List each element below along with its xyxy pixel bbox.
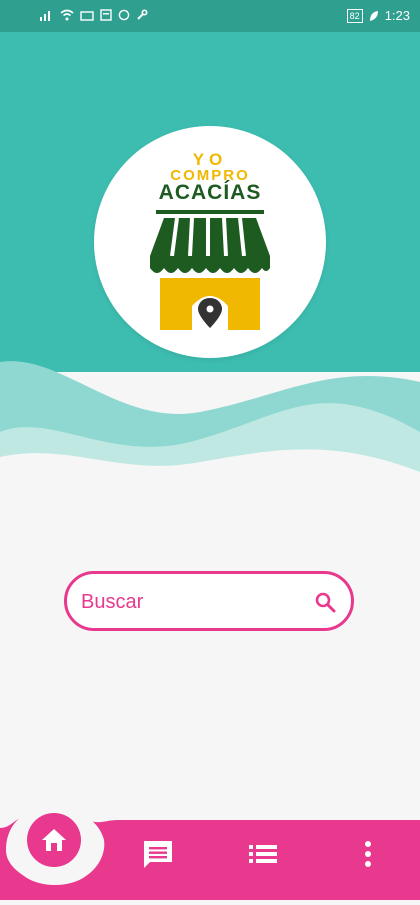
nav-home-button[interactable]	[27, 813, 81, 867]
chat-icon	[144, 841, 172, 868]
search-box[interactable]	[64, 571, 354, 631]
home-icon	[42, 829, 66, 851]
leaf-icon	[369, 11, 378, 21]
nav-chat-button[interactable]	[138, 834, 178, 874]
status-time: 1:23	[384, 8, 410, 23]
more-vert-icon	[365, 841, 371, 867]
status-icons-left	[40, 9, 148, 21]
wrench-icon	[137, 9, 148, 20]
list-icon	[249, 845, 277, 863]
signal-icon	[40, 11, 50, 21]
search-input[interactable]	[81, 589, 311, 615]
logo-text-acacias: ACACÍAS	[158, 181, 262, 204]
nav-list-button[interactable]	[243, 834, 283, 874]
store-icon	[150, 210, 270, 330]
sim-icon	[80, 11, 94, 21]
app-logo: YO COMPRO ACACÍAS	[94, 126, 326, 358]
search-icon[interactable]	[313, 590, 337, 614]
battery-indicator: 82	[346, 9, 363, 23]
wifi-icon	[60, 9, 74, 21]
whatsapp-icon	[118, 9, 130, 21]
status-icons-right: 82 1:23	[346, 8, 410, 23]
notification-icon	[100, 9, 112, 21]
status-bar: 82 1:23	[0, 0, 420, 32]
nav-more-button[interactable]	[348, 834, 388, 874]
